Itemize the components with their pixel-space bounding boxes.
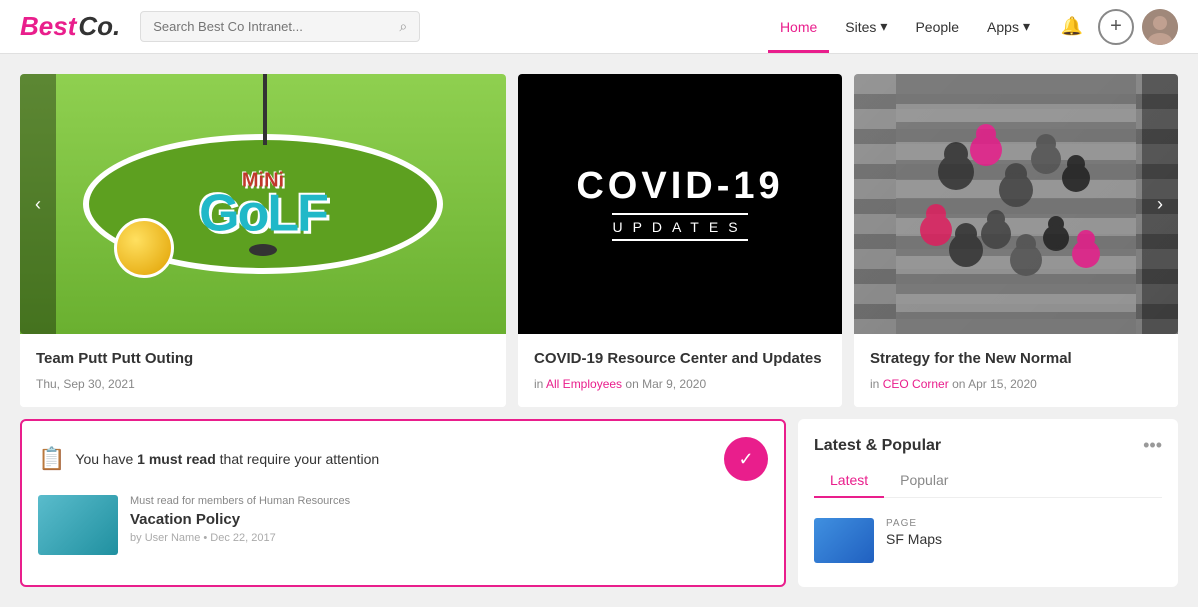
golf-label: GoLF (199, 191, 327, 238)
nav-home-label: Home (780, 19, 817, 35)
carousel-caption-mini-golf: Team Putt Putt Outing Thu, Sep 30, 2021 (20, 334, 506, 407)
must-read-action-button[interactable]: ✓ (724, 437, 768, 481)
lp-item-type: PAGE (886, 518, 942, 529)
carousel-prev-button[interactable]: ‹ (20, 74, 56, 334)
carousel-date-covid: on Mar 9, 2020 (625, 377, 706, 391)
carousel-item-crosswalk[interactable]: Strategy for the New Normal in CEO Corne… (854, 74, 1178, 407)
latest-popular-panel: Latest & Popular ••• Latest Popular PAGE… (798, 419, 1178, 587)
bottom-section: 📋 You have 1 must read that require your… (0, 407, 1198, 607)
carousel-category-covid[interactable]: All Employees (546, 377, 622, 391)
site-logo[interactable]: Best Co. (20, 11, 120, 42)
must-read-suffix: that require your attention (216, 451, 379, 467)
nav-item-sites[interactable]: Sites (833, 10, 899, 43)
lp-tabs: Latest Popular (814, 466, 1162, 498)
carousel-track: MiNi GoLF Team Putt Putt Outing Thu, Sep… (20, 74, 1178, 407)
carousel-date-crosswalk: on Apr 15, 2020 (952, 377, 1037, 391)
tab-latest-label: Latest (830, 472, 868, 488)
must-read-author: User Name (145, 532, 201, 544)
sites-chevron-down-icon (880, 18, 887, 35)
logo-co: Co. (78, 11, 120, 42)
lp-item-name: SF Maps (886, 531, 942, 547)
carousel-date-mini-golf: Thu, Sep 30, 2021 (36, 377, 135, 391)
must-read-text: You have 1 must read that require your a… (75, 451, 379, 467)
carousel-title-covid: COVID-19 Resource Center and Updates (534, 348, 826, 369)
notification-button[interactable]: 🔔 (1054, 9, 1090, 45)
carousel-item-covid[interactable]: COVID-19 UPDATES COVID-19 Resource Cente… (518, 74, 842, 407)
nav-sites-label: Sites (845, 19, 876, 35)
carousel-caption-covid: COVID-19 Resource Center and Updates in … (518, 334, 842, 407)
search-input[interactable] (153, 19, 399, 34)
lp-item[interactable]: PAGE SF Maps (814, 510, 1162, 571)
must-read-meta: by User Name • Dec 22, 2017 (130, 532, 350, 544)
must-read-header: 📋 You have 1 must read that require your… (38, 437, 768, 481)
carousel-caption-crosswalk: Strategy for the New Normal in CEO Corne… (854, 334, 1178, 407)
lp-item-info: PAGE SF Maps (886, 518, 942, 547)
covid-updates-label: UPDATES (612, 213, 747, 241)
tab-popular[interactable]: Popular (884, 466, 964, 498)
must-read-tag: Must read for members of Human Resources (130, 495, 350, 507)
mini-golf-text: MiNi GoLF (199, 171, 327, 238)
read-icon: ✓ (738, 449, 753, 470)
carousel-category-crosswalk[interactable]: CEO Corner (883, 377, 949, 391)
carousel-next-button[interactable]: › (1142, 74, 1178, 334)
carousel-item-mini-golf[interactable]: MiNi GoLF Team Putt Putt Outing Thu, Sep… (20, 74, 506, 407)
apps-chevron-down-icon (1023, 18, 1030, 35)
document-icon: 📋 (38, 446, 65, 472)
carousel-meta-covid: in All Employees on Mar 9, 2020 (534, 377, 826, 391)
lp-more-button[interactable]: ••• (1143, 435, 1162, 456)
golf-green: MiNi GoLF (83, 134, 443, 274)
nav-people-label: People (915, 19, 959, 35)
next-arrow-icon: › (1157, 194, 1163, 215)
avatar[interactable] (1142, 9, 1178, 45)
lp-header: Latest & Popular ••• (814, 435, 1162, 456)
must-read-date: Dec 22, 2017 (210, 532, 275, 544)
news-carousel: ‹ MiNi GoLF (0, 54, 1198, 407)
must-read-title: Vacation Policy (130, 511, 350, 528)
must-read-item[interactable]: Must read for members of Human Resources… (38, 495, 768, 555)
covid-title: COVID-19 (576, 167, 783, 205)
covid-card-bg: COVID-19 UPDATES (518, 74, 842, 334)
logo-best: Best (20, 11, 76, 42)
main-nav: Home Sites People Apps (768, 10, 1042, 43)
must-read-panel: 📋 You have 1 must read that require your… (20, 419, 786, 587)
carousel-meta-mini-golf: Thu, Sep 30, 2021 (36, 377, 490, 391)
lp-title: Latest & Popular (814, 437, 941, 455)
carousel-title-mini-golf: Team Putt Putt Outing (36, 348, 490, 369)
golf-hole (249, 244, 277, 256)
carousel-title-crosswalk: Strategy for the New Normal (870, 348, 1162, 369)
plus-icon: + (1110, 15, 1122, 38)
nav-item-home[interactable]: Home (768, 11, 829, 43)
carousel-meta-crosswalk: in CEO Corner on Apr 15, 2020 (870, 377, 1162, 391)
crosswalk-image (854, 74, 1178, 334)
add-button[interactable]: + (1098, 9, 1134, 45)
thumbnail-image (38, 495, 118, 555)
crosswalk-card-bg (854, 74, 1178, 334)
must-read-thumbnail (38, 495, 118, 555)
site-header: Best Co. ⌕ Home Sites People Apps 🔔 + (0, 0, 1198, 54)
prev-arrow-icon: ‹ (35, 194, 41, 215)
header-actions: 🔔 + (1054, 9, 1178, 45)
bell-icon: 🔔 (1061, 16, 1083, 37)
must-read-prefix: You have (75, 451, 137, 467)
golf-ball (114, 218, 174, 278)
flag-pole-icon (263, 74, 267, 145)
must-read-meta-by: by (130, 532, 142, 544)
tab-latest[interactable]: Latest (814, 466, 884, 498)
must-read-count: 1 must read (137, 451, 216, 467)
lp-item-thumbnail (814, 518, 874, 563)
must-read-info: Must read for members of Human Resources… (130, 495, 350, 544)
must-read-left: 📋 You have 1 must read that require your… (38, 446, 379, 472)
nav-item-apps[interactable]: Apps (975, 10, 1042, 43)
avatar-image (1142, 9, 1178, 45)
search-icon: ⌕ (399, 18, 407, 35)
tab-popular-label: Popular (900, 472, 948, 488)
main-content: ‹ MiNi GoLF (0, 54, 1198, 607)
nav-item-people[interactable]: People (903, 11, 971, 43)
search-bar[interactable]: ⌕ (140, 11, 420, 42)
nav-apps-label: Apps (987, 19, 1019, 35)
